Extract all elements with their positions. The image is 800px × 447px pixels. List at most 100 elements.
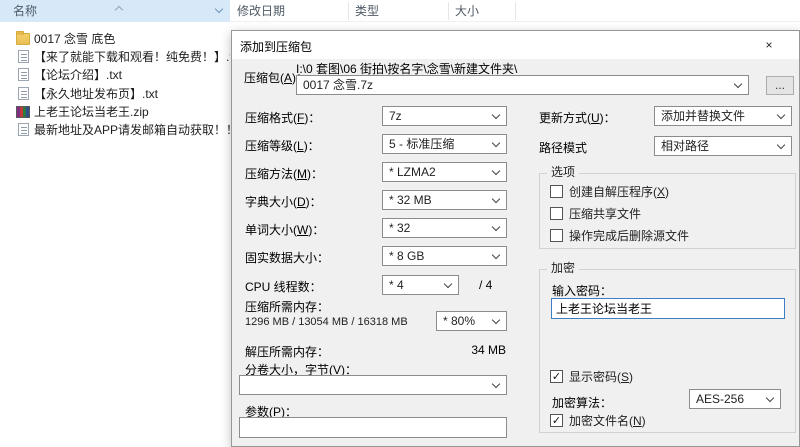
file-name: 【论坛介绍】.txt — [34, 66, 122, 84]
dialog-title: 添加到压缩包 — [240, 38, 312, 55]
chevron-down-icon — [492, 195, 500, 203]
browse-button[interactable]: ... — [766, 76, 794, 95]
dictionary-label: 字典大小(D)： — [245, 193, 322, 210]
format-value: 7z — [389, 109, 402, 123]
close-icon[interactable]: × — [753, 34, 785, 56]
dictionary-value: * 32 MB — [389, 193, 432, 207]
memory-decompress-value: 34 MB — [466, 343, 506, 357]
column-type-label: 类型 — [355, 4, 379, 18]
encryption-group-title: 加密 — [547, 261, 579, 275]
password-input[interactable] — [551, 298, 785, 319]
path-mode-select[interactable]: 相对路径 — [654, 136, 792, 156]
chevron-down-icon — [444, 280, 452, 288]
cpu-threads-label: CPU 线程数： — [245, 278, 322, 295]
level-label: 压缩等级(L)： — [245, 137, 320, 154]
column-divider — [348, 2, 349, 20]
encrypt-filenames-label: 加密文件名(N) — [569, 413, 646, 429]
encryption-method-label: 加密算法： — [552, 394, 612, 411]
sort-ascending-icon — [115, 6, 123, 14]
encryption-method-value: AES-256 — [696, 392, 744, 406]
explorer-column-header: 名称 修改日期 类型 大小 — [0, 0, 800, 22]
chevron-down-icon — [492, 139, 500, 147]
archive-name-value: 0017 念雪.7z — [303, 78, 373, 92]
path-mode-label: 路径模式 — [539, 139, 587, 156]
file-row[interactable]: 0017 念雪 底色 — [0, 30, 230, 48]
method-label: 压缩方法(M)： — [245, 165, 323, 182]
update-mode-select[interactable]: 添加并替换文件 — [654, 106, 792, 126]
volume-size-combobox[interactable] — [239, 375, 507, 395]
chevron-down-icon — [777, 111, 785, 119]
level-value: 5 - 标准压缩 — [389, 137, 454, 151]
method-select[interactable]: * LZMA2 — [382, 162, 507, 182]
chevron-down-icon — [492, 111, 500, 119]
path-mode-value: 相对路径 — [661, 139, 709, 153]
file-row[interactable]: 【论坛介绍】.txt — [0, 66, 230, 84]
checkbox-box — [550, 229, 563, 242]
memory-compress-detail: 1296 MB / 13054 MB / 16318 MB — [245, 316, 408, 328]
encryption-group: 加密 输入密码： ✓ 显示密码(S) 加密算法： AES-256 ✓ 加密文件名… — [539, 269, 796, 433]
file-row[interactable]: 【永久地址发布页】.txt — [0, 85, 230, 103]
level-select[interactable]: 5 - 标准压缩 — [382, 134, 507, 154]
memory-usage-value: * 80% — [443, 314, 475, 328]
column-header-type[interactable]: 类型 — [355, 0, 379, 22]
memory-usage-select[interactable]: * 80% — [436, 311, 507, 331]
dialog-titlebar: 添加到压缩包 × — [232, 31, 799, 59]
show-password-label: 显示密码(S) — [569, 369, 633, 385]
column-divider — [515, 2, 516, 20]
archive-name-combobox[interactable]: 0017 念雪.7z — [296, 75, 749, 95]
file-row[interactable]: 【来了就能下载和观看！纯免费！】.txt — [0, 48, 230, 66]
file-row[interactable]: 上老王论坛当老王.zip — [0, 103, 230, 121]
chevron-down-icon — [492, 223, 500, 231]
column-header-date[interactable]: 修改日期 — [237, 0, 285, 22]
solid-block-select[interactable]: * 8 GB — [382, 246, 507, 266]
file-name: 最新地址及APP请发邮箱自动获取！！！... — [34, 121, 230, 139]
memory-decompress-label: 解压所需内存： — [245, 343, 329, 360]
format-label: 压缩格式(F)： — [245, 109, 320, 126]
column-header-name[interactable]: 名称 — [0, 0, 230, 22]
dictionary-select[interactable]: * 32 MB — [382, 190, 507, 210]
word-size-select[interactable]: * 32 — [382, 218, 507, 238]
file-row[interactable]: 最新地址及APP请发邮箱自动获取！！！... — [0, 121, 230, 139]
method-value: * LZMA2 — [389, 165, 436, 179]
column-name-label: 名称 — [13, 4, 37, 18]
folder-icon — [16, 33, 30, 45]
txt-file-icon — [18, 87, 29, 100]
file-name: 上老王论坛当老王.zip — [34, 103, 149, 121]
chevron-down-icon — [492, 380, 500, 388]
password-label: 输入密码： — [552, 282, 612, 299]
update-mode-label: 更新方式(U)： — [539, 109, 616, 126]
file-name: 0017 念雪 底色 — [34, 30, 115, 48]
file-name: 【来了就能下载和观看！纯免费！】.txt — [34, 48, 230, 66]
column-size-label: 大小 — [455, 4, 479, 18]
add-to-archive-dialog: 添加到压缩包 × 压缩包(A)： I:\0 套图\06 街拍\按名字\念雪\新建… — [231, 30, 800, 447]
filter-chevron-icon[interactable] — [215, 5, 223, 13]
chevron-down-icon — [492, 167, 500, 175]
delete-after-label: 操作完成后删除源文件 — [569, 228, 689, 244]
column-date-label: 修改日期 — [237, 4, 285, 18]
update-mode-value: 添加并替换文件 — [661, 109, 745, 123]
memory-compress-label: 压缩所需内存： — [245, 298, 329, 315]
solid-block-value: * 8 GB — [389, 249, 424, 263]
txt-file-icon — [18, 123, 29, 136]
chevron-down-icon — [777, 141, 785, 149]
checkbox-box — [550, 185, 563, 198]
txt-file-icon — [18, 68, 29, 81]
zip-file-icon — [16, 106, 30, 118]
parameters-input[interactable] — [239, 417, 507, 438]
chevron-down-icon — [766, 394, 774, 402]
compress-shared-label: 压缩共享文件 — [569, 206, 641, 222]
solid-block-label: 固实数据大小： — [245, 249, 329, 266]
format-select[interactable]: 7z — [382, 106, 507, 126]
chevron-down-icon — [492, 251, 500, 259]
chevron-down-icon — [492, 316, 500, 324]
options-group: 选项 创建自解压程序(X) 压缩共享文件 操作完成后删除源文件 — [539, 173, 796, 249]
create-sfx-label: 创建自解压程序(X) — [569, 184, 669, 200]
checkbox-box: ✓ — [550, 370, 563, 383]
cpu-threads-select[interactable]: * 4 — [382, 275, 459, 295]
options-group-title: 选项 — [547, 165, 579, 179]
word-size-label: 单词大小(W)： — [245, 221, 324, 238]
chevron-down-icon — [734, 80, 742, 88]
encryption-method-select[interactable]: AES-256 — [689, 389, 781, 409]
cpu-threads-max: / 4 — [479, 278, 492, 292]
column-header-size[interactable]: 大小 — [455, 0, 479, 22]
